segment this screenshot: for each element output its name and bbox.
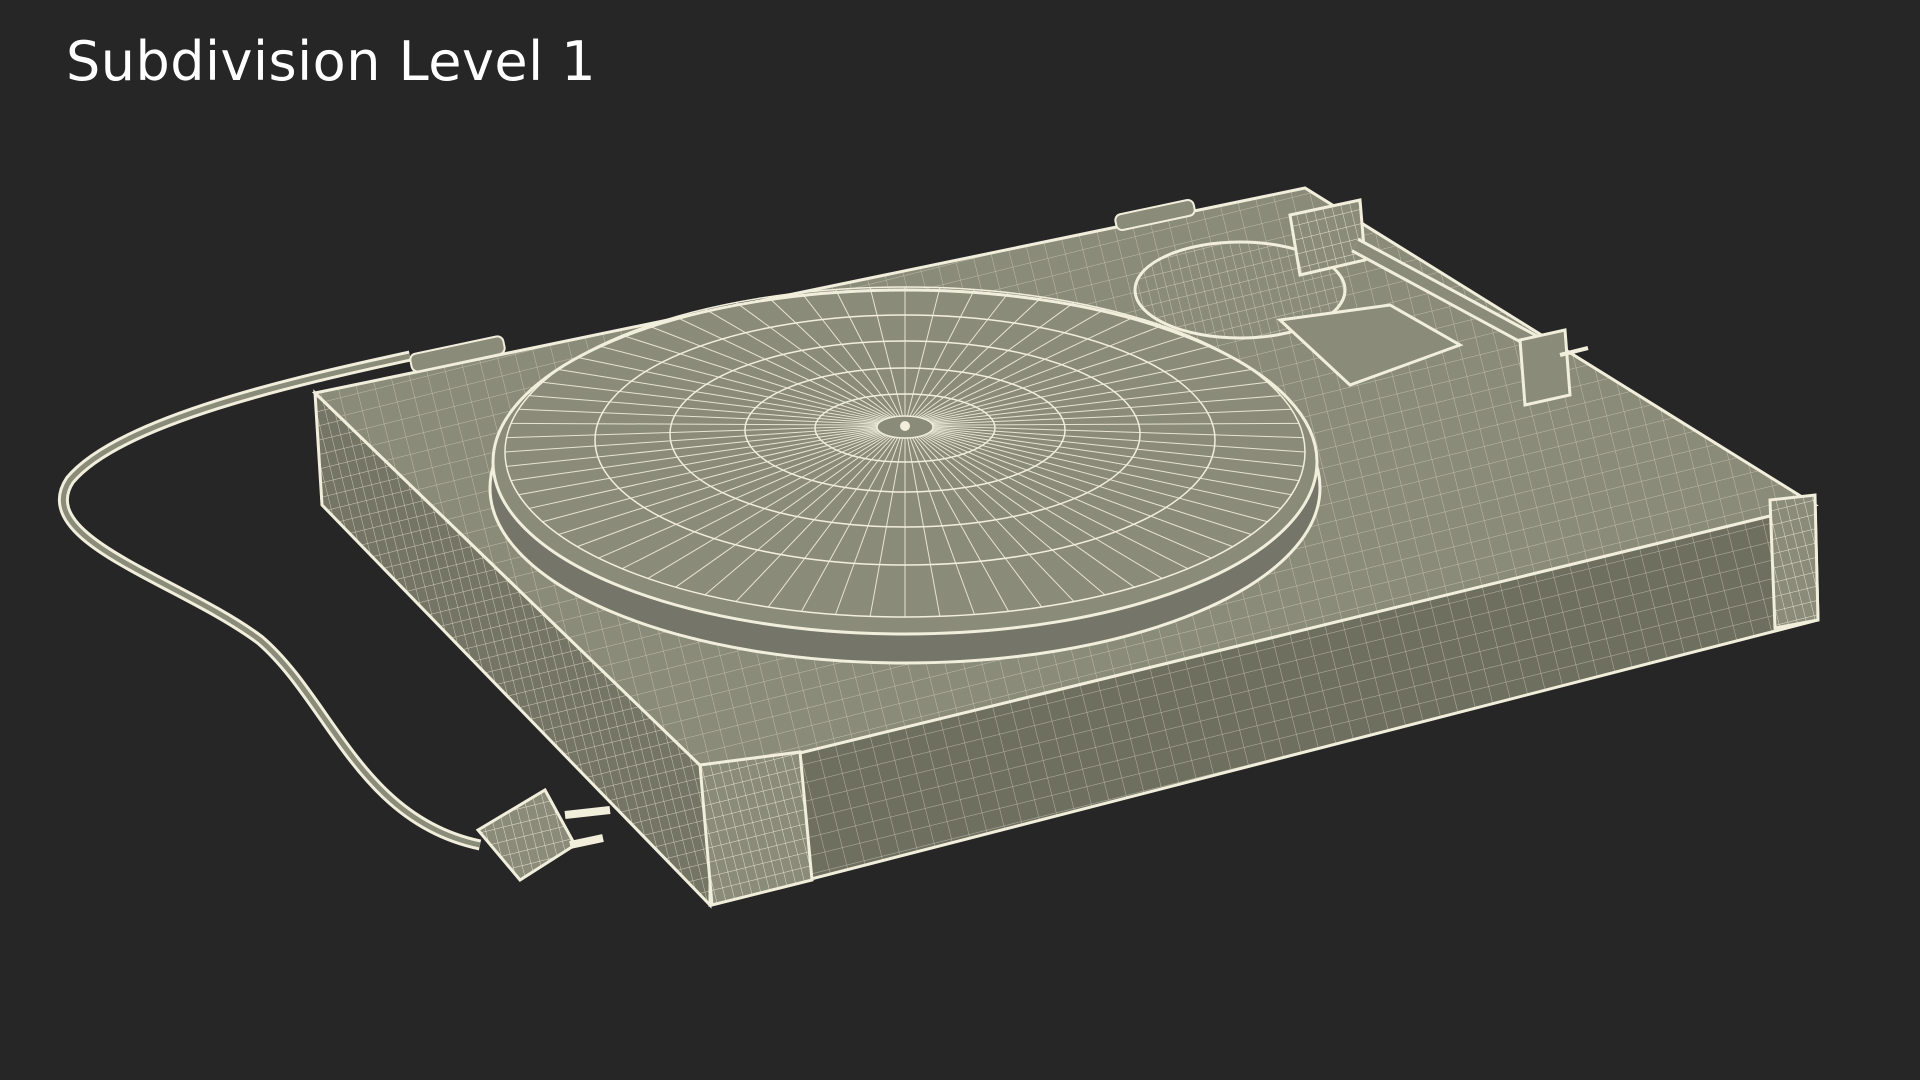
plug: [475, 787, 611, 882]
turntable-wireframe-render: [57, 186, 1820, 909]
platter: [488, 286, 1322, 665]
